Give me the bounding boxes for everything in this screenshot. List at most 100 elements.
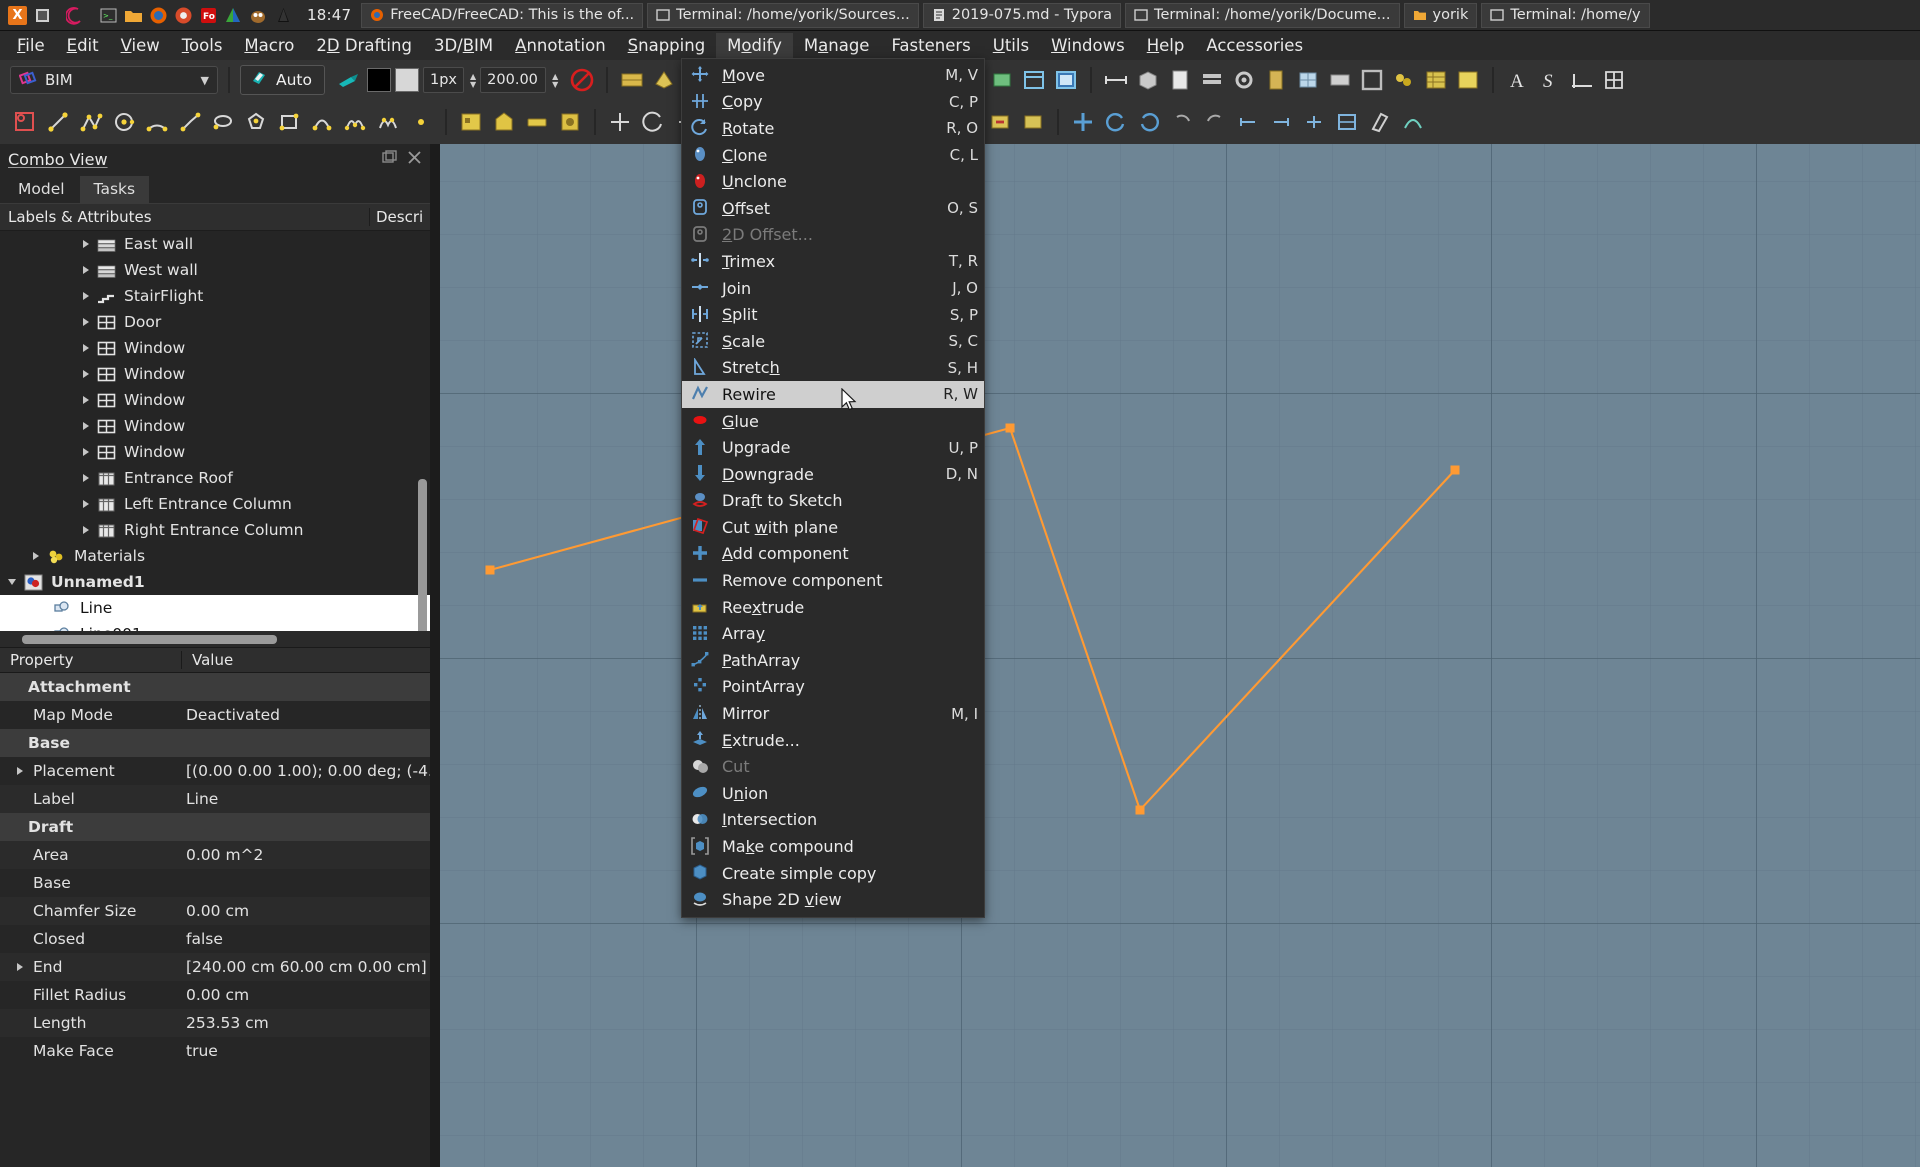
tree-item[interactable]: Window: [0, 439, 430, 465]
chevron-right-icon[interactable]: [17, 963, 23, 971]
menubar-item-3d-bim[interactable]: 3D/BIM: [423, 33, 504, 58]
tree-horizontal-scrollbar[interactable]: [0, 631, 430, 647]
tree-item[interactable]: Window: [0, 335, 430, 361]
modify-menu-popup[interactable]: Move M, V Copy C, P Rotate R, O Clone C, L Unclo…: [681, 58, 985, 918]
draft-bezier-icon[interactable]: [340, 107, 370, 137]
chevron-right-icon[interactable]: [83, 396, 89, 404]
tree-hscroll-thumb[interactable]: [22, 634, 277, 644]
chevron-right-icon[interactable]: [83, 266, 89, 274]
text-size-field[interactable]: 200.00: [480, 67, 547, 93]
freecad-icon[interactable]: Fo: [199, 6, 218, 25]
material-icon[interactable]: [1390, 66, 1418, 94]
tree-item-selected[interactable]: Line001: [0, 621, 430, 631]
property-row[interactable]: Placement [(0.00 0.00 1.00); 0.00 deg; (-…: [0, 757, 430, 785]
tree-item[interactable]: West wall: [0, 257, 430, 283]
chevron-right-icon[interactable]: [17, 767, 23, 775]
bim-floor-icon[interactable]: [522, 107, 552, 137]
fasteners-add-icon[interactable]: [1068, 107, 1098, 137]
ifc-explorer-icon[interactable]: [1020, 66, 1048, 94]
taskbar-window-button[interactable]: 2019-075.md - Typora: [922, 2, 1122, 28]
tree-item[interactable]: StairFlight: [0, 283, 430, 309]
property-value[interactable]: 0.00 cm: [182, 902, 430, 920]
apply-style-icon[interactable]: [335, 66, 363, 94]
tree-item[interactable]: Right Entrance Column: [0, 517, 430, 543]
line-color-swatch[interactable]: [367, 68, 391, 92]
door-icon[interactable]: [1262, 66, 1290, 94]
chevron-down-icon[interactable]: ▼: [201, 74, 209, 87]
curve-icon[interactable]: [1398, 107, 1428, 137]
menubar-item-modify[interactable]: Modify: [716, 33, 793, 58]
menu-item-upgrade[interactable]: Upgrade U, P: [682, 434, 984, 461]
firefox-icon[interactable]: [149, 6, 168, 25]
chevron-right-icon[interactable]: [33, 552, 39, 560]
inkscape-icon[interactable]: [224, 6, 243, 25]
model-tree[interactable]: East wall West wall StairFlight Door Window W…: [0, 231, 430, 631]
tab-tasks[interactable]: Tasks: [79, 176, 150, 203]
menu-item-split[interactable]: Split S, P: [682, 301, 984, 328]
chrome-icon[interactable]: [174, 6, 193, 25]
menu-item-pointarray[interactable]: PointArray: [682, 674, 984, 701]
property-row[interactable]: Make Face true: [0, 1037, 430, 1065]
tree-item[interactable]: Entrance Roof: [0, 465, 430, 491]
align-right-icon[interactable]: [1266, 107, 1296, 137]
chevron-down-icon[interactable]: [8, 579, 16, 585]
menubar-item-tools[interactable]: Tools: [171, 33, 234, 58]
draft-rectangle-icon[interactable]: [274, 107, 304, 137]
menubar-item-edit[interactable]: Edit: [56, 33, 110, 58]
draft-arc-icon[interactable]: [142, 107, 172, 137]
grid-icon[interactable]: [1600, 66, 1628, 94]
dimension-icon[interactable]: [1102, 66, 1130, 94]
arch-wall-icon[interactable]: [618, 66, 646, 94]
text-icon[interactable]: A: [1504, 66, 1532, 94]
property-row[interactable]: Base: [0, 729, 430, 757]
chevron-right-icon[interactable]: [83, 448, 89, 456]
rotate-tool-icon[interactable]: [638, 107, 668, 137]
remove-comp-tool-icon[interactable]: [985, 107, 1015, 137]
menu-item-rotate[interactable]: Rotate R, O: [682, 115, 984, 142]
auto-working-plane-button[interactable]: Auto: [240, 65, 325, 95]
menu-item-remove-component[interactable]: Remove component: [682, 567, 984, 594]
menubar-item-file[interactable]: File: [6, 33, 56, 58]
views-manager-icon[interactable]: [1052, 66, 1080, 94]
menubar-item-2d-drafting[interactable]: 2D Drafting: [305, 33, 423, 58]
viewport-canvas[interactable]: [440, 144, 1920, 1167]
menu-item-move[interactable]: Move M, V: [682, 62, 984, 89]
menubar-item-snapping[interactable]: Snapping: [617, 33, 717, 58]
menu-item-add-component[interactable]: Add component: [682, 541, 984, 568]
menu-item-create-simple-copy[interactable]: Create simple copy: [682, 860, 984, 887]
property-value[interactable]: Deactivated: [182, 706, 430, 724]
menubar-item-windows[interactable]: Windows: [1040, 33, 1136, 58]
draft-ellipse-icon[interactable]: [208, 107, 238, 137]
menu-item-scale[interactable]: Scale S, C: [682, 328, 984, 355]
property-row[interactable]: Label Line: [0, 785, 430, 813]
taskbar-window-button[interactable]: yorik: [1403, 2, 1478, 28]
draft-arc-3points-icon[interactable]: [175, 107, 205, 137]
menu-item-rewire[interactable]: Rewire R, W: [682, 381, 984, 408]
bim-project-icon[interactable]: [456, 107, 486, 137]
draft-cubicbezier-icon[interactable]: [373, 107, 403, 137]
menu-item-glue[interactable]: Glue: [682, 408, 984, 435]
property-value[interactable]: 0.00 m^2: [182, 846, 430, 864]
section-plane-icon[interactable]: [1365, 107, 1395, 137]
menu-item-cut-with-plane[interactable]: Cut with plane: [682, 514, 984, 541]
line-width-field[interactable]: 1px: [423, 67, 465, 93]
tree-selection-group[interactable]: LineLine001Line002: [0, 595, 430, 631]
survey-icon[interactable]: [988, 66, 1016, 94]
window-icon[interactable]: [33, 6, 52, 25]
arch-structure-icon[interactable]: [650, 66, 678, 94]
undock-icon[interactable]: [382, 149, 397, 169]
chevron-right-icon[interactable]: [83, 526, 89, 534]
menubar-item-help[interactable]: Help: [1136, 33, 1196, 58]
draft-line-tool-icon[interactable]: [43, 107, 73, 137]
chevron-right-icon[interactable]: [83, 240, 89, 248]
menu-item-trimex[interactable]: Trimex T, R: [682, 248, 984, 275]
debian-icon[interactable]: [65, 6, 85, 25]
fasteners-flip2-icon[interactable]: [1200, 107, 1230, 137]
face-color-swatch[interactable]: [395, 68, 419, 92]
menu-item-union[interactable]: Union: [682, 780, 984, 807]
tree-item[interactable]: Left Entrance Column: [0, 491, 430, 517]
chevron-right-icon[interactable]: [83, 292, 89, 300]
files-icon[interactable]: [124, 6, 143, 25]
property-row[interactable]: Map Mode Deactivated: [0, 701, 430, 729]
fasteners-flip-icon[interactable]: [1167, 107, 1197, 137]
